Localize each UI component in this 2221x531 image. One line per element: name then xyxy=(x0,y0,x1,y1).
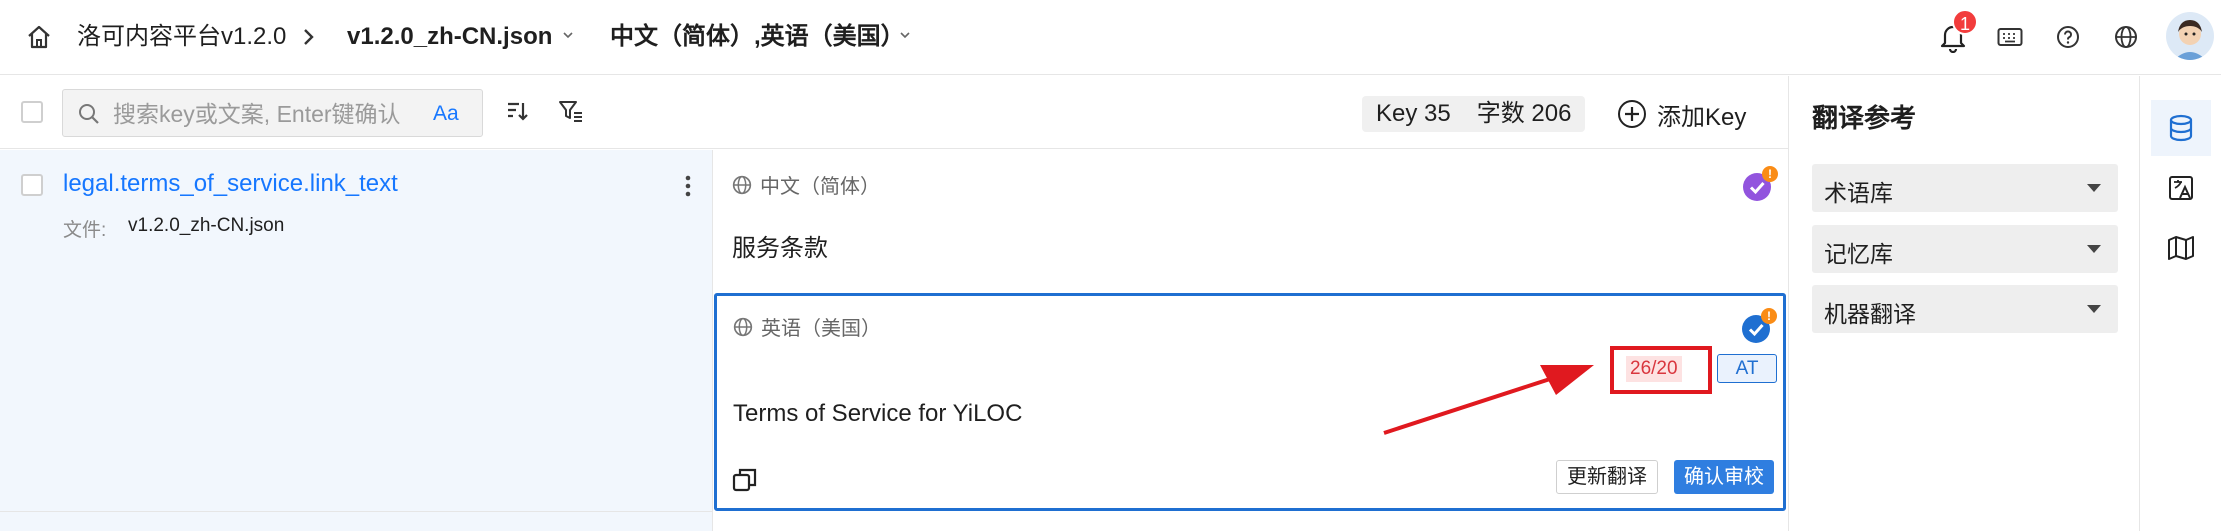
at-tag[interactable]: AT xyxy=(1717,354,1777,383)
chevron-down-icon[interactable] xyxy=(899,30,911,40)
match-case-toggle[interactable]: Aa xyxy=(433,102,459,126)
row-divider xyxy=(0,511,713,512)
update-translation-button[interactable]: 更新翻译 xyxy=(1556,460,1658,494)
plus-circle-icon xyxy=(1618,100,1646,128)
database-icon[interactable] xyxy=(2151,100,2211,156)
target-language-label: 英语（美国） xyxy=(733,312,881,341)
source-status-check-icon[interactable]: ! xyxy=(1743,166,1778,201)
file-label: 文件: xyxy=(63,220,107,241)
source-block: 中文（简体） ! 服务条款 xyxy=(714,150,1787,290)
key-list: legal.terms_of_service.link_text 文件: v1.… xyxy=(0,150,713,531)
file-value: v1.2.0_zh-CN.json xyxy=(128,215,285,236)
help-icon[interactable] xyxy=(2049,18,2087,56)
source-language-name: 中文（简体） xyxy=(760,176,880,198)
key-name-link[interactable]: legal.terms_of_service.link_text xyxy=(63,170,398,198)
add-key-label: 添加Key xyxy=(1657,103,1747,131)
warning-badge: ! xyxy=(1762,166,1778,182)
reference-section-termbase[interactable]: 术语库 xyxy=(1812,164,2118,212)
home-icon[interactable] xyxy=(24,22,54,52)
annotation-arrow xyxy=(1383,365,1594,435)
right-side-rail xyxy=(2141,76,2221,531)
target-language-name: 英语（美国） xyxy=(761,318,881,340)
reference-section-label: 术语库 xyxy=(1824,180,1893,206)
reference-section-machine-translation[interactable]: 机器翻译 xyxy=(1812,285,2118,333)
target-status-check-icon[interactable]: ! xyxy=(1742,308,1777,343)
warning-badge: ! xyxy=(1761,308,1777,324)
add-key-button[interactable]: 添加Key xyxy=(1617,96,1746,132)
target-text[interactable]: Terms of Service for YiLOC xyxy=(733,400,1022,428)
select-all-checkbox[interactable] xyxy=(21,101,43,123)
word-count: 字数 206 xyxy=(1476,100,1572,127)
filter-icon[interactable] xyxy=(558,98,584,124)
char-counter: 26/20 xyxy=(1626,356,1682,382)
notification-badge: 1 xyxy=(1952,9,1978,35)
target-block[interactable]: 英语（美国） ! 26/20 AT Terms of Service for Y… xyxy=(714,293,1786,511)
search-placeholder: 搜索key或文案, Enter键确认 xyxy=(113,101,401,127)
source-text: 服务条款 xyxy=(732,235,828,262)
breadcrumb-app-title[interactable]: 洛可内容平台v1.2.0 xyxy=(77,19,286,55)
confirm-review-button[interactable]: 确认审校 xyxy=(1674,460,1774,494)
translation-reference-panel: 翻译参考 术语库 记忆库 机器翻译 xyxy=(1788,76,2140,531)
reference-section-memory[interactable]: 记忆库 xyxy=(1812,225,2118,273)
breadcrumb-file[interactable]: v1.2.0_zh-CN.json xyxy=(347,19,552,55)
chevron-down-icon[interactable] xyxy=(562,30,574,40)
source-language-label: 中文（简体） xyxy=(732,170,880,199)
globe-icon[interactable] xyxy=(2107,18,2145,56)
reference-panel-title: 翻译参考 xyxy=(1812,103,1917,133)
copy-icon[interactable] xyxy=(731,466,759,494)
translation-editor: 中文（简体） ! 服务条款 英语（美国） ! 26/20 AT Terms of… xyxy=(714,150,1787,531)
search-icon xyxy=(77,102,101,126)
caret-down-icon xyxy=(2087,245,2101,253)
toolbar: 搜索key或文案, Enter键确认 Aa Key 35 字数 206 添加Key xyxy=(0,76,1788,149)
sort-icon[interactable] xyxy=(505,99,529,123)
breadcrumb-separator-icon xyxy=(302,27,316,47)
key-count: Key 35 xyxy=(1376,100,1451,127)
caret-down-icon xyxy=(2087,184,2101,192)
reference-section-label: 记忆库 xyxy=(1824,241,1893,267)
map-icon[interactable] xyxy=(2151,220,2211,276)
translate-icon[interactable] xyxy=(2151,160,2211,216)
more-vertical-icon[interactable] xyxy=(684,174,692,198)
reference-section-label: 机器翻译 xyxy=(1824,301,1916,327)
breadcrumb-languages[interactable]: 中文（简体）,英语（美国） xyxy=(610,19,905,55)
key-stats: Key 35 字数 206 xyxy=(1362,96,1586,132)
highlight-box: 26/20 xyxy=(1610,346,1712,394)
avatar[interactable] xyxy=(2166,12,2214,60)
caret-down-icon xyxy=(2087,305,2101,313)
globe-icon xyxy=(733,317,753,336)
search-input[interactable]: 搜索key或文案, Enter键确认 Aa xyxy=(62,89,483,137)
key-row-checkbox[interactable] xyxy=(21,174,43,196)
keyboard-icon[interactable] xyxy=(1991,18,2029,56)
top-bar: 洛可内容平台v1.2.0 v1.2.0_zh-CN.json 中文（简体）,英语… xyxy=(0,0,2221,75)
globe-icon xyxy=(732,175,752,194)
